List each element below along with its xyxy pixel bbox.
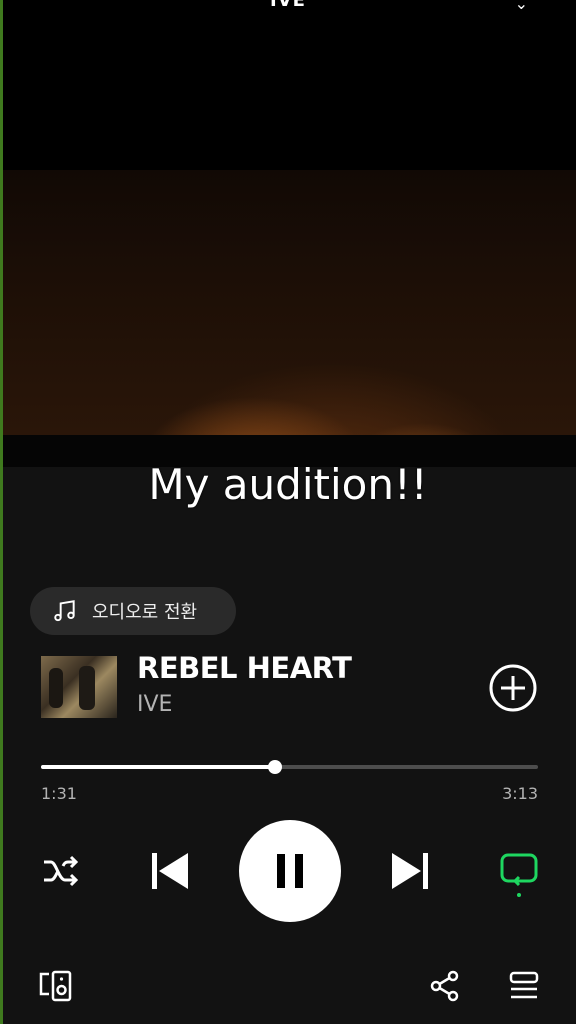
elapsed-time: 1:31	[41, 784, 77, 803]
switch-to-audio-button[interactable]: 오디오로 전환	[30, 587, 236, 635]
share-icon[interactable]	[428, 969, 462, 1003]
pause-icon	[277, 854, 303, 888]
track-title[interactable]: REBEL HEART	[137, 651, 352, 685]
header-title: IVE	[270, 0, 306, 11]
top-area	[3, 0, 576, 170]
music-note-icon	[54, 600, 75, 622]
repeat-icon[interactable]	[497, 850, 541, 898]
video-canvas[interactable]	[3, 170, 576, 435]
switch-to-audio-label: 오디오로 전환	[92, 602, 198, 623]
album-art[interactable]	[41, 656, 117, 718]
progress-fill	[41, 765, 275, 769]
skip-previous-icon[interactable]	[146, 848, 192, 894]
track-artist[interactable]: IVE	[137, 692, 172, 717]
progress-bar[interactable]	[41, 760, 538, 774]
add-to-library-icon[interactable]	[488, 663, 538, 713]
video-caption: My audition!!	[148, 460, 428, 509]
menu-icon[interactable]: ⌄	[515, 0, 528, 13]
pause-button[interactable]	[239, 820, 341, 922]
total-time: 3:13	[502, 784, 538, 803]
connect-device-icon[interactable]	[38, 968, 74, 1004]
queue-icon[interactable]	[508, 969, 540, 1003]
progress-thumb[interactable]	[267, 760, 282, 774]
skip-next-icon[interactable]	[388, 848, 434, 894]
shuffle-icon[interactable]	[40, 850, 82, 892]
